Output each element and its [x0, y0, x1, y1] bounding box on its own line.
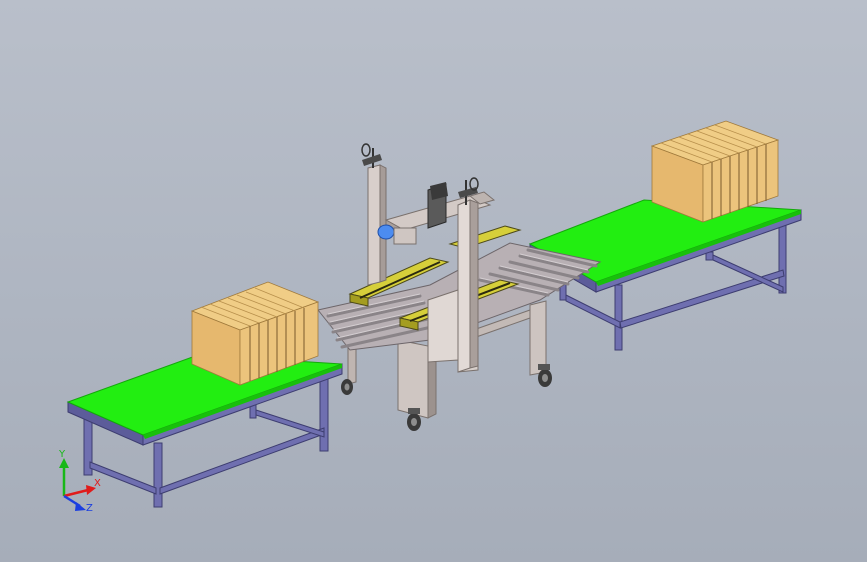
- caster-wheel: [407, 408, 421, 431]
- x-axis-arrow: [63, 488, 89, 498]
- sealer-column-left: [361, 143, 387, 286]
- infeed-belt-conveyor[interactable]: [66, 354, 343, 508]
- case-sealer-machine[interactable]: [317, 143, 602, 431]
- coordinate-triad-icon: Y X Z: [58, 449, 101, 514]
- caster-wheel: [538, 364, 552, 387]
- cad-viewport[interactable]: Y X Z: [0, 0, 867, 562]
- z-axis-label: Z: [86, 503, 93, 514]
- sealer-side-panel: [427, 289, 459, 363]
- assembly-model[interactable]: Y X Z: [0, 0, 867, 562]
- y-axis-label: Y: [58, 449, 66, 460]
- caster-wheel: [341, 379, 353, 395]
- x-axis-label: X: [94, 478, 101, 489]
- sealer-column-right: [457, 177, 479, 373]
